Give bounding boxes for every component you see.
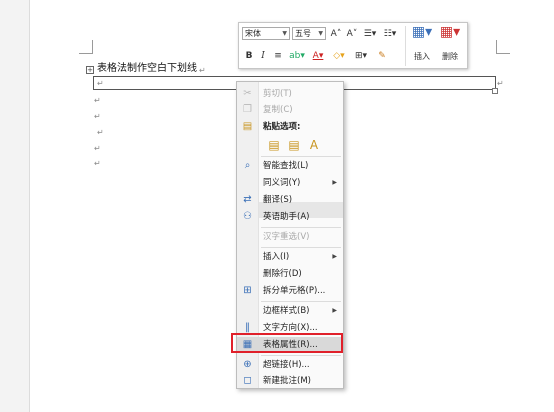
- menu-item-label: 拆分单元格(P)...: [263, 286, 326, 296]
- font-name-value: 宋体: [245, 29, 261, 38]
- menu-item-label: 翻译(S): [263, 195, 293, 205]
- bold-button[interactable]: B: [243, 49, 255, 63]
- menu-item-label: 插入(I): [263, 252, 290, 262]
- page-left-margin: [0, 0, 30, 412]
- clipboard-icon: ▤: [242, 121, 253, 132]
- menu-separator: [261, 301, 341, 302]
- menu-item-translate[interactable]: ⇄ 翻译(S): [237, 192, 343, 208]
- paragraph-mark-icon: ↵: [97, 128, 104, 137]
- annotation-highlight-box: [231, 333, 343, 353]
- page-corner-top-right: [496, 40, 510, 54]
- menu-item-border-styles[interactable]: 边框样式(B) ▶: [237, 303, 343, 319]
- menu-separator: [261, 355, 341, 356]
- menu-item-new-comment[interactable]: ◻ 新建批注(M): [237, 373, 343, 389]
- italic-button[interactable]: I: [257, 49, 269, 63]
- paragraph-mark-icon: ↵: [94, 144, 101, 153]
- submenu-arrow-icon: ▶: [332, 179, 337, 186]
- paragraph-mark-icon: ↵: [199, 66, 206, 75]
- menu-item-label: 删除行(D): [263, 269, 302, 279]
- menu-item-insert[interactable]: 插入(I) ▶: [237, 249, 343, 265]
- submenu-arrow-icon: ▶: [332, 307, 337, 314]
- paste-text-only-icon[interactable]: A: [306, 137, 322, 153]
- chevron-down-icon: ▼: [318, 30, 323, 37]
- menu-item-label: 粘贴选项:: [263, 122, 301, 132]
- paragraph-mark-icon: ↵: [94, 112, 101, 121]
- menu-item-label: 智能查找(L): [263, 161, 309, 171]
- menu-item-label: 复制(C): [263, 105, 293, 115]
- delete-table-icon[interactable]: ▦▾: [439, 25, 461, 39]
- menu-item-cut[interactable]: ✂ 剪切(T): [237, 86, 343, 102]
- toolbar-divider: [405, 26, 406, 66]
- menu-item-reconvert[interactable]: 汉字重选(V): [237, 229, 343, 245]
- numbering-icon[interactable]: ☷▾: [381, 27, 399, 41]
- menu-item-label: 英语助手(A): [263, 212, 310, 222]
- shrink-font-button[interactable]: A˅: [345, 27, 359, 41]
- menu-separator: [261, 247, 341, 248]
- font-name-select[interactable]: 宋体 ▼: [242, 27, 290, 40]
- paste-keep-formatting-icon[interactable]: ▤: [266, 137, 282, 153]
- menu-item-label: 汉字重选(V): [263, 232, 310, 242]
- menu-item-paste-options: ▤ 粘贴选项:: [237, 119, 343, 135]
- highlight-color-icon[interactable]: ab▾: [287, 49, 307, 63]
- submenu-arrow-icon: ▶: [332, 253, 337, 260]
- menu-item-label: 边框样式(B): [263, 306, 310, 316]
- page-corner-top-left: [79, 40, 93, 54]
- menu-item-label: 新建批注(M): [263, 376, 311, 386]
- document-title-text[interactable]: 表格法制作空白下划线: [97, 63, 197, 75]
- table-grid-icon[interactable]: ▦▾: [411, 25, 433, 39]
- font-size-value: 五号: [295, 29, 311, 38]
- paste-merge-formatting-icon[interactable]: ▤: [286, 137, 302, 153]
- menu-item-synonyms[interactable]: 同义词(Y) ▶: [237, 175, 343, 191]
- table-move-anchor-icon[interactable]: +: [86, 66, 94, 74]
- menu-item-label: 同义词(Y): [263, 178, 301, 188]
- bullets-icon[interactable]: ☰▾: [361, 27, 379, 41]
- menu-item-label: 超链接(H)...: [263, 360, 310, 370]
- font-size-select[interactable]: 五号 ▼: [292, 27, 326, 40]
- menu-item-label: 剪切(T): [263, 89, 292, 99]
- menu-item-smart-lookup[interactable]: ⌕ 智能查找(L): [237, 158, 343, 174]
- menu-separator: [261, 227, 341, 228]
- translate-icon: ⇄: [243, 194, 252, 205]
- hyperlink-icon: ⊕: [243, 359, 252, 370]
- paragraph-mark-icon: ↵: [497, 79, 504, 88]
- insert-table-button[interactable]: 插入: [411, 50, 433, 64]
- copy-icon: ❐: [243, 104, 252, 115]
- borders-icon[interactable]: ⊞▾: [351, 49, 371, 63]
- paragraph-mark-icon: ↵: [94, 96, 101, 105]
- shading-icon[interactable]: ◇▾: [329, 49, 349, 63]
- menu-item-english-assistant[interactable]: ⚇ 英语助手(A): [237, 209, 343, 225]
- font-color-icon[interactable]: A▾: [309, 49, 327, 63]
- menu-item-hyperlink[interactable]: ⊕ 超链接(H)...: [237, 357, 343, 373]
- delete-table-button[interactable]: 删除: [439, 50, 461, 64]
- paragraph-mark-icon: ↵: [97, 79, 104, 88]
- menu-item-delete-row[interactable]: 删除行(D): [237, 266, 343, 282]
- scissors-icon: ✂: [243, 88, 252, 99]
- grow-font-button[interactable]: A˄: [329, 27, 343, 41]
- align-center-icon[interactable]: ≡: [271, 49, 285, 63]
- table-resize-handle[interactable]: [492, 88, 498, 94]
- mini-toolbar: 宋体 ▼ 五号 ▼ A˄ A˅ ☰▾ ☷▾ ▦▾ ▦▾ B I ≡ ab▾ A▾…: [238, 22, 468, 69]
- format-painter-icon[interactable]: ✎: [375, 49, 389, 63]
- split-cells-icon: ⊞: [243, 285, 252, 296]
- menu-separator: [261, 156, 341, 157]
- paragraph-mark-icon: ↵: [94, 159, 101, 168]
- menu-item-copy[interactable]: ❐ 复制(C): [237, 102, 343, 118]
- menu-item-split-cells[interactable]: ⊞ 拆分单元格(P)...: [237, 283, 343, 299]
- chevron-down-icon: ▼: [282, 30, 287, 37]
- english-assistant-icon: ⚇: [243, 211, 252, 222]
- new-comment-icon: ◻: [243, 375, 252, 386]
- smart-lookup-icon: ⌕: [244, 160, 251, 171]
